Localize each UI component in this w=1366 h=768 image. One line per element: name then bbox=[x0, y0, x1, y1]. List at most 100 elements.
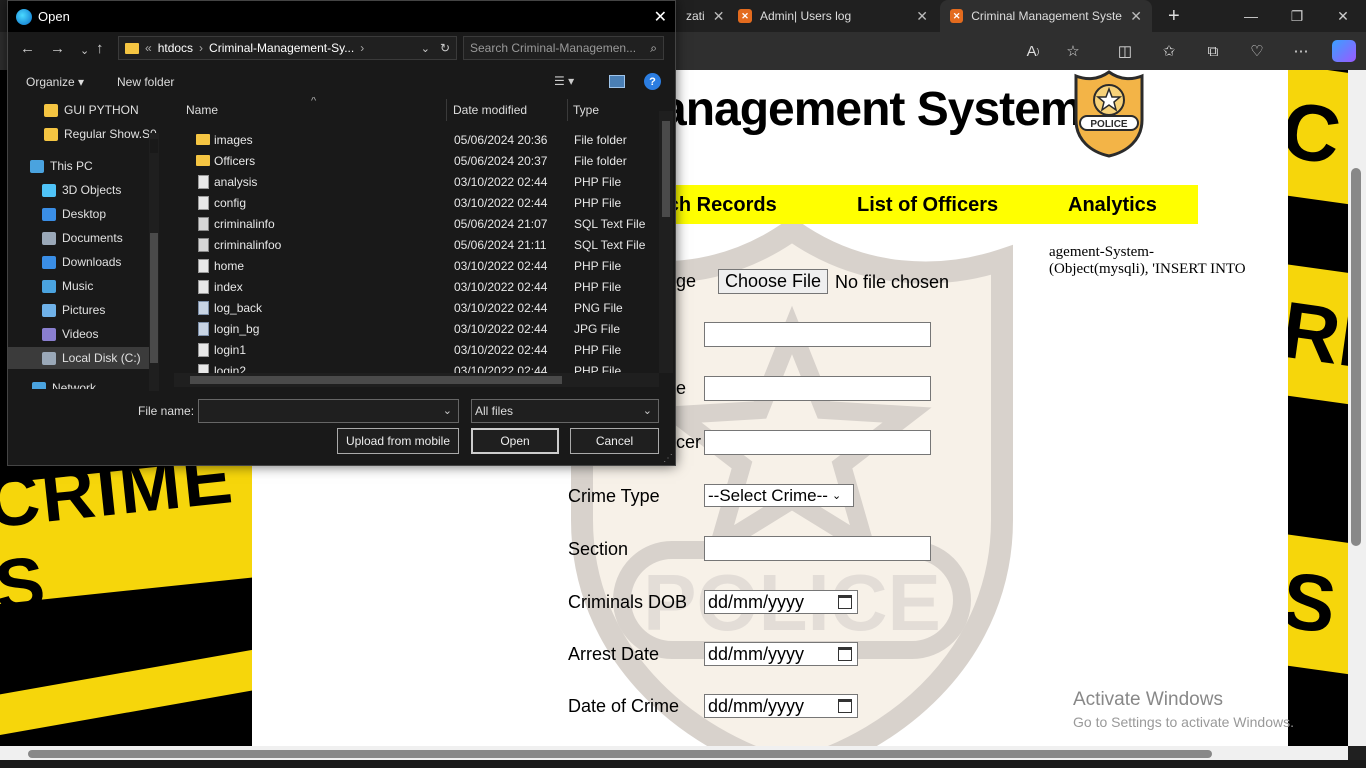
sidebar-item[interactable]: Music bbox=[8, 275, 158, 297]
nav-analytics[interactable]: Analytics bbox=[1068, 194, 1157, 217]
chevron-down-icon[interactable]: ⌄ bbox=[421, 42, 430, 55]
file-list-hscrollbar[interactable] bbox=[174, 373, 659, 387]
sidebar-scrollbar[interactable] bbox=[149, 133, 159, 391]
sidebar-item[interactable]: Network bbox=[8, 377, 158, 389]
section-field[interactable] bbox=[704, 536, 931, 561]
tab-users-log[interactable]: ✕ Admin| Users log ✕ bbox=[728, 0, 938, 32]
read-aloud-icon[interactable]: A) bbox=[1022, 40, 1044, 62]
favorites-icon[interactable]: ✩ bbox=[1158, 40, 1180, 62]
restore-button[interactable]: ❐ bbox=[1274, 0, 1320, 32]
breadcrumb-overflow[interactable]: « bbox=[145, 41, 152, 55]
new-tab-button[interactable]: + bbox=[1158, 0, 1188, 32]
sidebar-scroll-thumb[interactable] bbox=[150, 233, 158, 363]
collections-icon[interactable]: ⧉ bbox=[1202, 40, 1224, 62]
file-row[interactable]: index 03/10/2022 02:44 PHP File bbox=[174, 276, 659, 297]
text-field-2[interactable] bbox=[704, 322, 931, 347]
chevron-down-icon[interactable]: ⌄ bbox=[443, 404, 452, 417]
column-divider[interactable] bbox=[446, 99, 447, 121]
file-row[interactable]: images 05/06/2024 20:36 File folder bbox=[174, 129, 659, 150]
more-options-icon[interactable]: ⋯ bbox=[1290, 40, 1312, 62]
dialog-close-button[interactable]: ✕ bbox=[654, 7, 667, 27]
file-row[interactable]: login2 03/10/2022 02:44 PHP File bbox=[174, 360, 659, 373]
file-name: Officers bbox=[214, 154, 256, 168]
sidebar-item[interactable]: GUI PYTHON bbox=[8, 99, 158, 121]
text-field-3[interactable] bbox=[704, 376, 931, 401]
upload-from-mobile-button[interactable]: Upload from mobile bbox=[337, 428, 459, 454]
file-row[interactable]: log_back 03/10/2022 02:44 PNG File bbox=[174, 297, 659, 318]
breadcrumb-criminal-management[interactable]: Criminal-Management-Sy... bbox=[209, 41, 354, 55]
minimize-button[interactable]: — bbox=[1228, 0, 1274, 32]
file-row[interactable]: analysis 03/10/2022 02:44 PHP File bbox=[174, 171, 659, 192]
file-row[interactable]: criminalinfo 05/06/2024 21:07 SQL Text Fil… bbox=[174, 213, 659, 234]
breadcrumb-htdocs[interactable]: htdocs bbox=[158, 41, 193, 55]
cancel-button[interactable]: Cancel bbox=[570, 428, 659, 454]
column-type-header[interactable]: Type bbox=[573, 97, 653, 123]
sidebar-item[interactable]: This PC bbox=[8, 155, 158, 177]
open-button[interactable]: Open bbox=[471, 428, 559, 454]
column-divider[interactable] bbox=[567, 99, 568, 121]
sidebar-item[interactable]: Pictures bbox=[8, 299, 158, 321]
close-icon[interactable]: ✕ bbox=[916, 8, 928, 25]
sidebar-item[interactable]: 3D Objects bbox=[8, 179, 158, 201]
horizontal-scroll-thumb[interactable] bbox=[28, 750, 1212, 758]
sidebar-item[interactable]: Videos bbox=[8, 323, 158, 345]
refresh-icon[interactable]: ↻ bbox=[440, 41, 450, 55]
sidebar-item[interactable]: Documents bbox=[8, 227, 158, 249]
up-arrow-icon[interactable]: ↑ bbox=[96, 40, 104, 57]
recent-chevron-icon[interactable]: ⌄ bbox=[80, 44, 89, 57]
file-row[interactable]: login1 03/10/2022 02:44 PHP File bbox=[174, 339, 659, 360]
copilot-icon[interactable] bbox=[1332, 40, 1356, 62]
file-name-input[interactable]: ⌄ bbox=[198, 399, 459, 423]
close-icon[interactable]: ✕ bbox=[1130, 8, 1142, 25]
new-folder-button[interactable]: New folder bbox=[117, 75, 174, 89]
tab-partial[interactable]: zati ✕ bbox=[676, 0, 726, 32]
folder-icon bbox=[196, 155, 210, 166]
close-icon[interactable]: ✕ bbox=[713, 8, 725, 25]
file-row[interactable]: criminalinfoo 05/06/2024 21:11 SQL Text Fi… bbox=[174, 234, 659, 255]
file-list-scroll-thumb[interactable] bbox=[662, 121, 670, 217]
preview-pane-icon[interactable] bbox=[609, 75, 625, 88]
calendar-icon[interactable] bbox=[838, 595, 852, 609]
sidebar-item[interactable]: Desktop bbox=[8, 203, 158, 225]
crime-type-select[interactable]: --Select Crime-- ⌄ bbox=[704, 484, 854, 507]
close-window-button[interactable]: ✕ bbox=[1320, 0, 1366, 32]
vertical-scroll-thumb[interactable] bbox=[1351, 168, 1361, 546]
file-list-scrollbar[interactable] bbox=[659, 111, 673, 373]
file-list-hscroll-thumb[interactable] bbox=[190, 376, 562, 384]
browser-essentials-icon[interactable]: ♡ bbox=[1246, 40, 1268, 62]
column-date-header[interactable]: Date modified bbox=[453, 97, 568, 123]
sidebar-item[interactable]: Local Disk (C:) bbox=[8, 347, 158, 369]
officer-field[interactable] bbox=[704, 430, 931, 455]
view-options-icon[interactable]: ☰ ▾ bbox=[554, 74, 574, 88]
sidebar-item[interactable]: Downloads bbox=[8, 251, 158, 273]
cube-icon bbox=[42, 183, 56, 197]
nav-list-of-officers[interactable]: List of Officers bbox=[857, 194, 998, 217]
address-bar[interactable]: « htdocs › Criminal-Management-Sy... › ⌄… bbox=[118, 36, 457, 60]
back-arrow-icon[interactable]: ← bbox=[20, 40, 35, 57]
choose-file-button[interactable]: Choose File bbox=[718, 269, 829, 294]
tab-criminal-management[interactable]: ✕ Criminal Management Syste ✕ bbox=[940, 0, 1152, 32]
sidebar-item[interactable]: Regular Show.S0 bbox=[8, 123, 158, 145]
calendar-icon[interactable] bbox=[838, 647, 852, 661]
organize-button[interactable]: Organize ▾ bbox=[26, 75, 84, 89]
edge-browser-icon bbox=[16, 8, 32, 25]
file-type: PHP File bbox=[574, 175, 622, 189]
screen: zati ✕ ✕ Admin| Users log ✕ ✕ Criminal M… bbox=[0, 0, 1366, 768]
split-screen-icon[interactable]: ◫ bbox=[1114, 40, 1136, 62]
sidebar-scroll-up[interactable] bbox=[150, 139, 158, 153]
crime-date-input[interactable]: dd/mm/yyyy bbox=[704, 694, 858, 718]
nav-search-records[interactable]: rch Records bbox=[660, 194, 777, 217]
file-row[interactable]: login_bg 03/10/2022 02:44 JPG File bbox=[174, 318, 659, 339]
file-row[interactable]: Officers 05/06/2024 20:37 File folder bbox=[174, 150, 659, 171]
help-icon[interactable]: ? bbox=[644, 73, 661, 90]
dob-date-input[interactable]: dd/mm/yyyy bbox=[704, 590, 858, 614]
file-row[interactable]: home 03/10/2022 02:44 PHP File bbox=[174, 255, 659, 276]
resize-grip-icon[interactable]: ⋰ bbox=[663, 453, 673, 464]
file-row[interactable]: config 03/10/2022 02:44 PHP File bbox=[174, 192, 659, 213]
favorite-star-icon[interactable]: ☆ bbox=[1062, 40, 1084, 62]
forward-arrow-icon[interactable]: → bbox=[50, 40, 65, 57]
file-type-select[interactable]: All files ⌄ bbox=[471, 399, 659, 423]
arrest-date-input[interactable]: dd/mm/yyyy bbox=[704, 642, 858, 666]
calendar-icon[interactable] bbox=[838, 699, 852, 713]
search-box[interactable]: Search Criminal-Managemen... ⌕ bbox=[463, 36, 664, 60]
